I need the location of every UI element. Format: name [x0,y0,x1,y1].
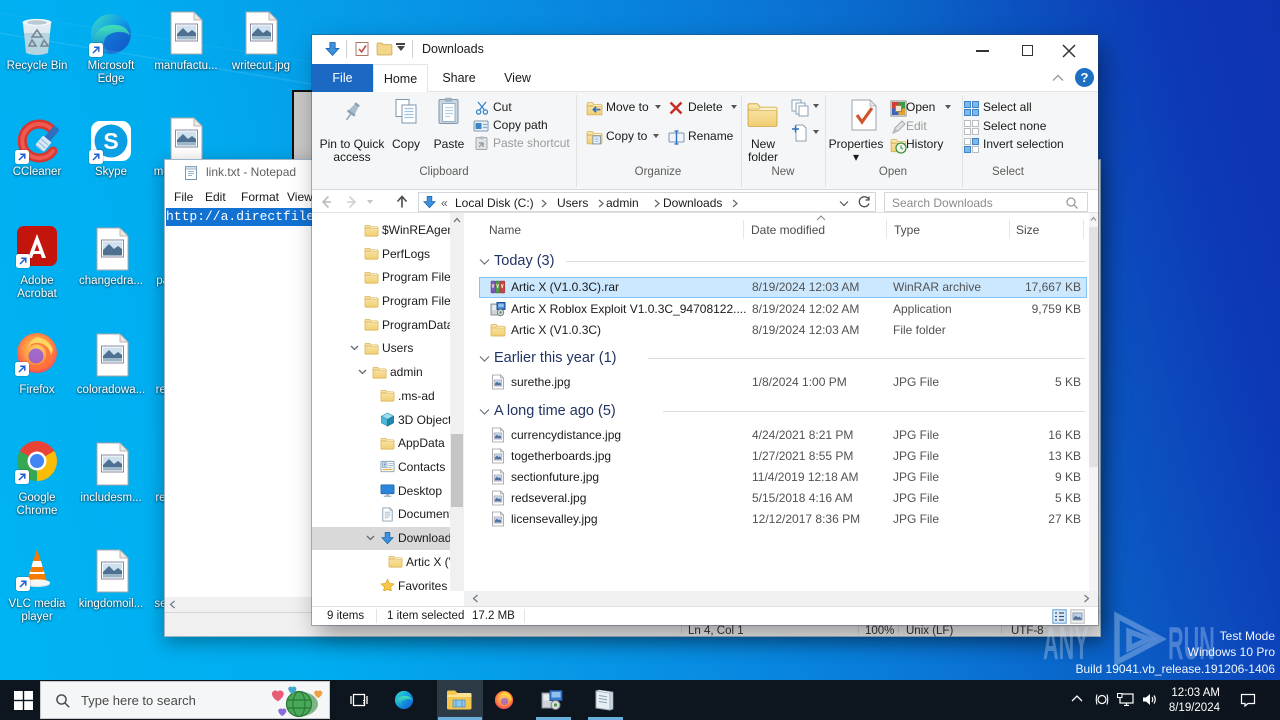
svg-text:S: S [103,128,118,154]
